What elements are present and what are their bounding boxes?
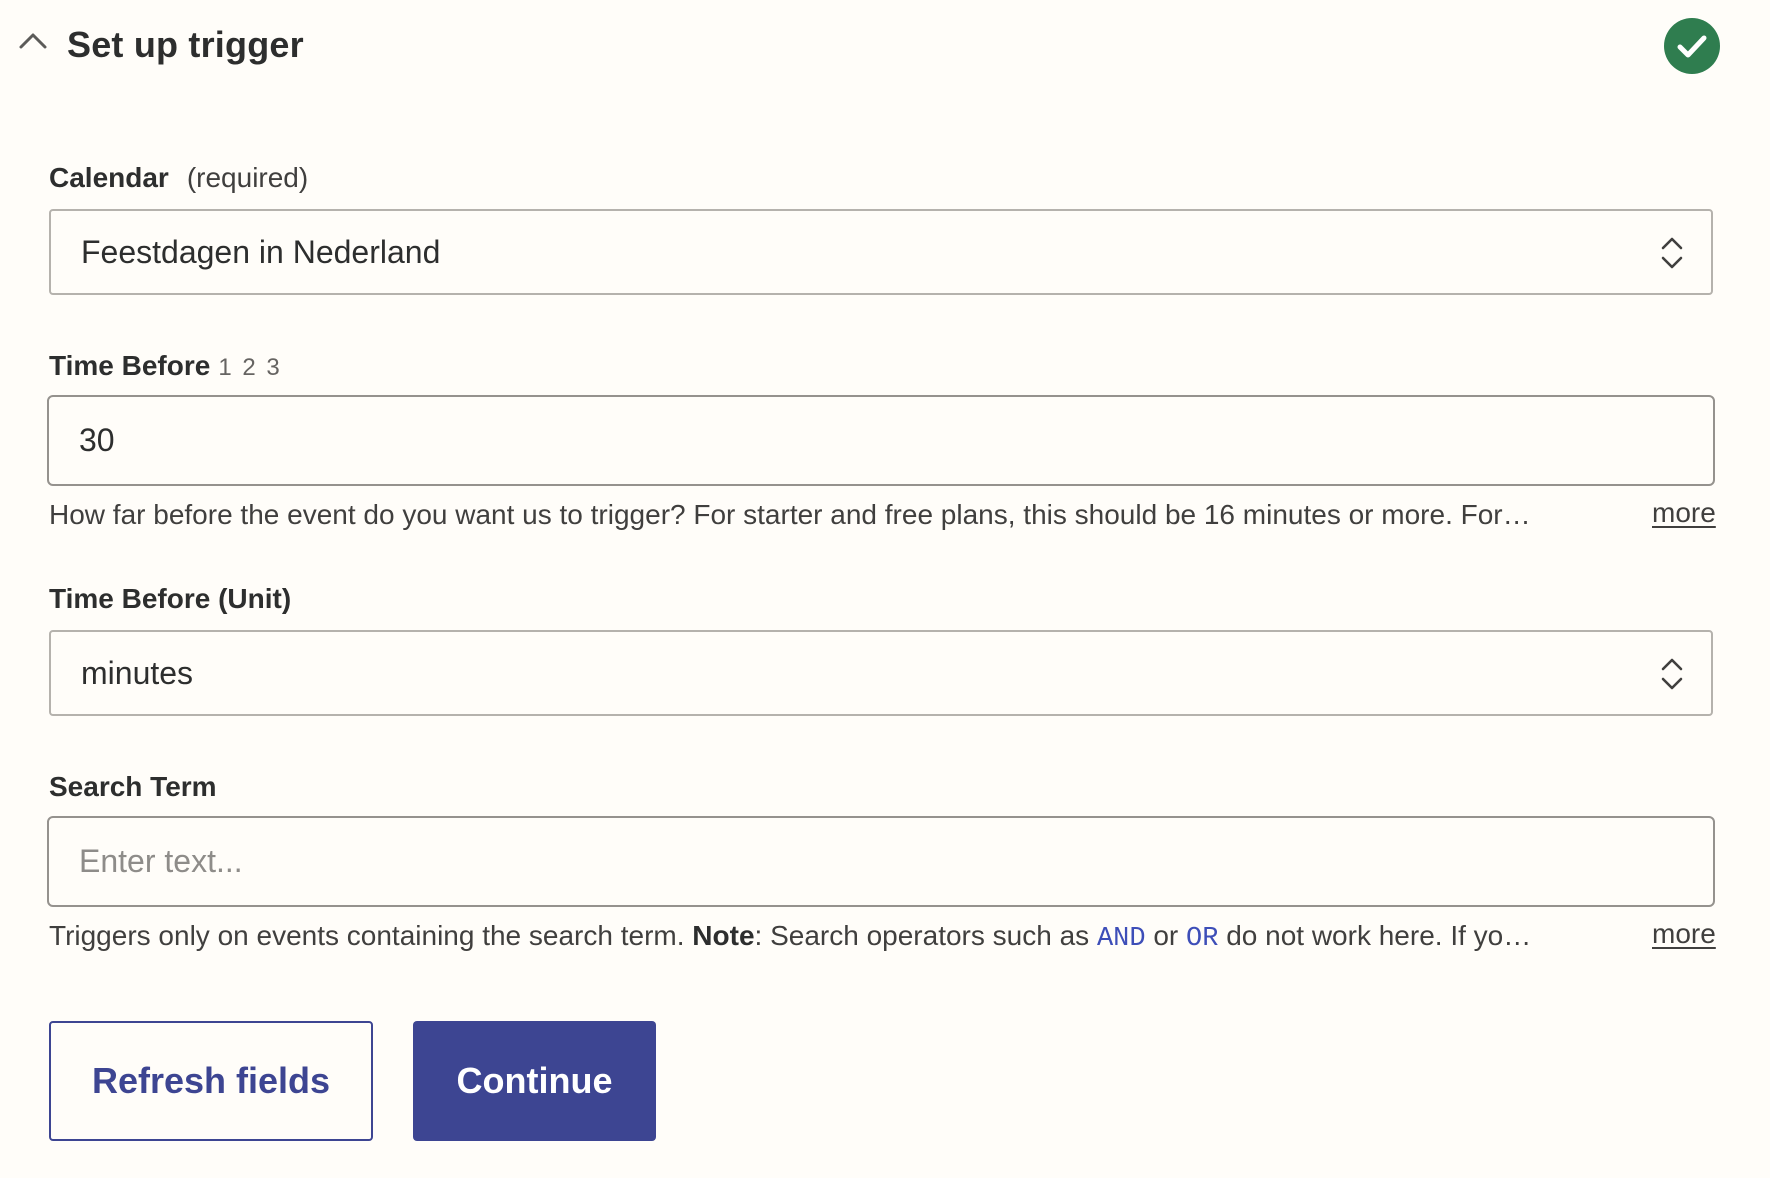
help-or-text: or (1145, 920, 1187, 951)
calendar-select[interactable]: Feestdagen in Nederland (49, 209, 1713, 295)
and-operator: AND (1096, 924, 1146, 954)
chevron-up-icon[interactable] (18, 28, 48, 52)
time-before-unit-label: Time Before (Unit) (49, 583, 292, 614)
time-before-unit-select[interactable]: minutes (49, 630, 1713, 716)
time-before-label: Time Before 1 2 3 (49, 348, 282, 386)
time-before-input[interactable] (47, 395, 1715, 486)
check-icon (1664, 18, 1720, 74)
help-suffix: do not work here. If yo… (1218, 920, 1532, 951)
calendar-select-value: Feestdagen in Nederland (81, 234, 441, 270)
section-title: Set up trigger (67, 24, 304, 65)
or-operator: OR (1186, 924, 1219, 954)
refresh-fields-button[interactable]: Refresh fields (49, 1021, 373, 1141)
search-term-help: Triggers only on events containing the s… (49, 918, 1629, 957)
time-before-unit-value: minutes (81, 655, 194, 691)
help-mid: : Search operators such as (754, 920, 1097, 951)
calendar-label: Calendar (required) (49, 160, 308, 196)
chevron-updown-icon (1661, 658, 1683, 690)
required-marker: (required) (186, 162, 309, 193)
time-before-more-link[interactable]: more (1652, 495, 1716, 531)
continue-button[interactable]: Continue (413, 1021, 656, 1141)
chevron-updown-icon (1661, 237, 1683, 269)
help-note: Note (692, 920, 755, 951)
section-header[interactable]: Set up trigger (0, 0, 1770, 90)
number-type-hint: 1 2 3 (218, 354, 282, 381)
help-prefix: Triggers only on events containing the s… (49, 920, 693, 951)
search-term-input[interactable] (47, 816, 1715, 907)
time-before-help: How far before the event do you want us … (49, 499, 1531, 530)
search-term-label: Search Term (49, 771, 217, 802)
calendar-label-text: Calendar (49, 162, 169, 193)
time-before-label-text: Time Before (49, 350, 211, 381)
search-term-more-link[interactable]: more (1652, 916, 1716, 952)
